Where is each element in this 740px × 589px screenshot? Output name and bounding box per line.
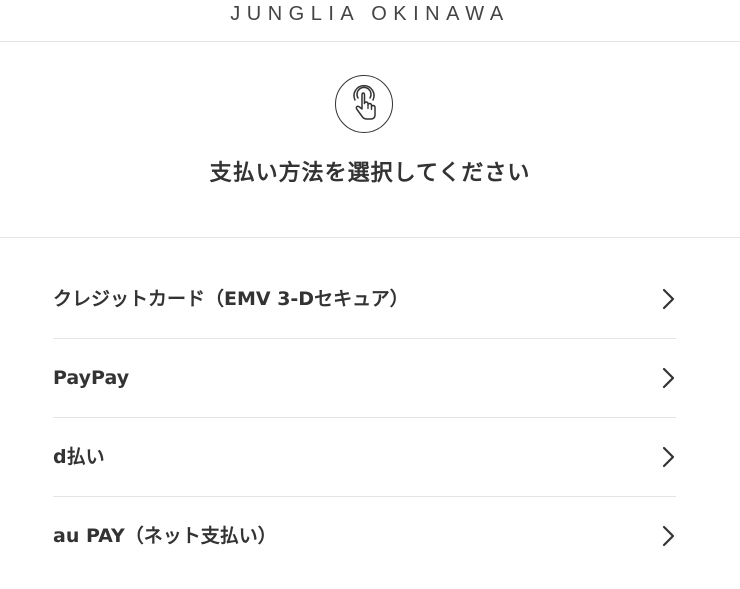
chevron-right-icon — [662, 446, 675, 468]
page-title: 支払い方法を選択してください — [209, 161, 531, 186]
payment-method-label: au PAY（ネット支払い） — [53, 525, 277, 547]
payment-method-list: クレジットカード（EMV 3-Dセキュア） PayPay d払い au PAY（… — [53, 260, 676, 576]
payment-method-d-barai[interactable]: d払い — [53, 418, 676, 497]
chevron-right-icon — [662, 367, 675, 389]
tap-hand-icon — [335, 75, 393, 133]
payment-method-label: クレジットカード（EMV 3-Dセキュア） — [53, 288, 409, 310]
payment-method-label: PayPay — [53, 367, 130, 389]
payment-method-label: d払い — [53, 446, 105, 468]
brand-logo-text[interactable]: JUNGLIA OKINAWA — [0, 1, 740, 27]
payment-selection-hero: 支払い方法を選択してください — [0, 43, 740, 238]
site-header: JUNGLIA OKINAWA — [0, 0, 740, 42]
payment-method-au-pay[interactable]: au PAY（ネット支払い） — [53, 497, 676, 576]
payment-method-credit-card[interactable]: クレジットカード（EMV 3-Dセキュア） — [53, 260, 676, 339]
payment-method-paypay[interactable]: PayPay — [53, 339, 676, 418]
chevron-right-icon — [662, 288, 675, 310]
chevron-right-icon — [662, 525, 675, 547]
